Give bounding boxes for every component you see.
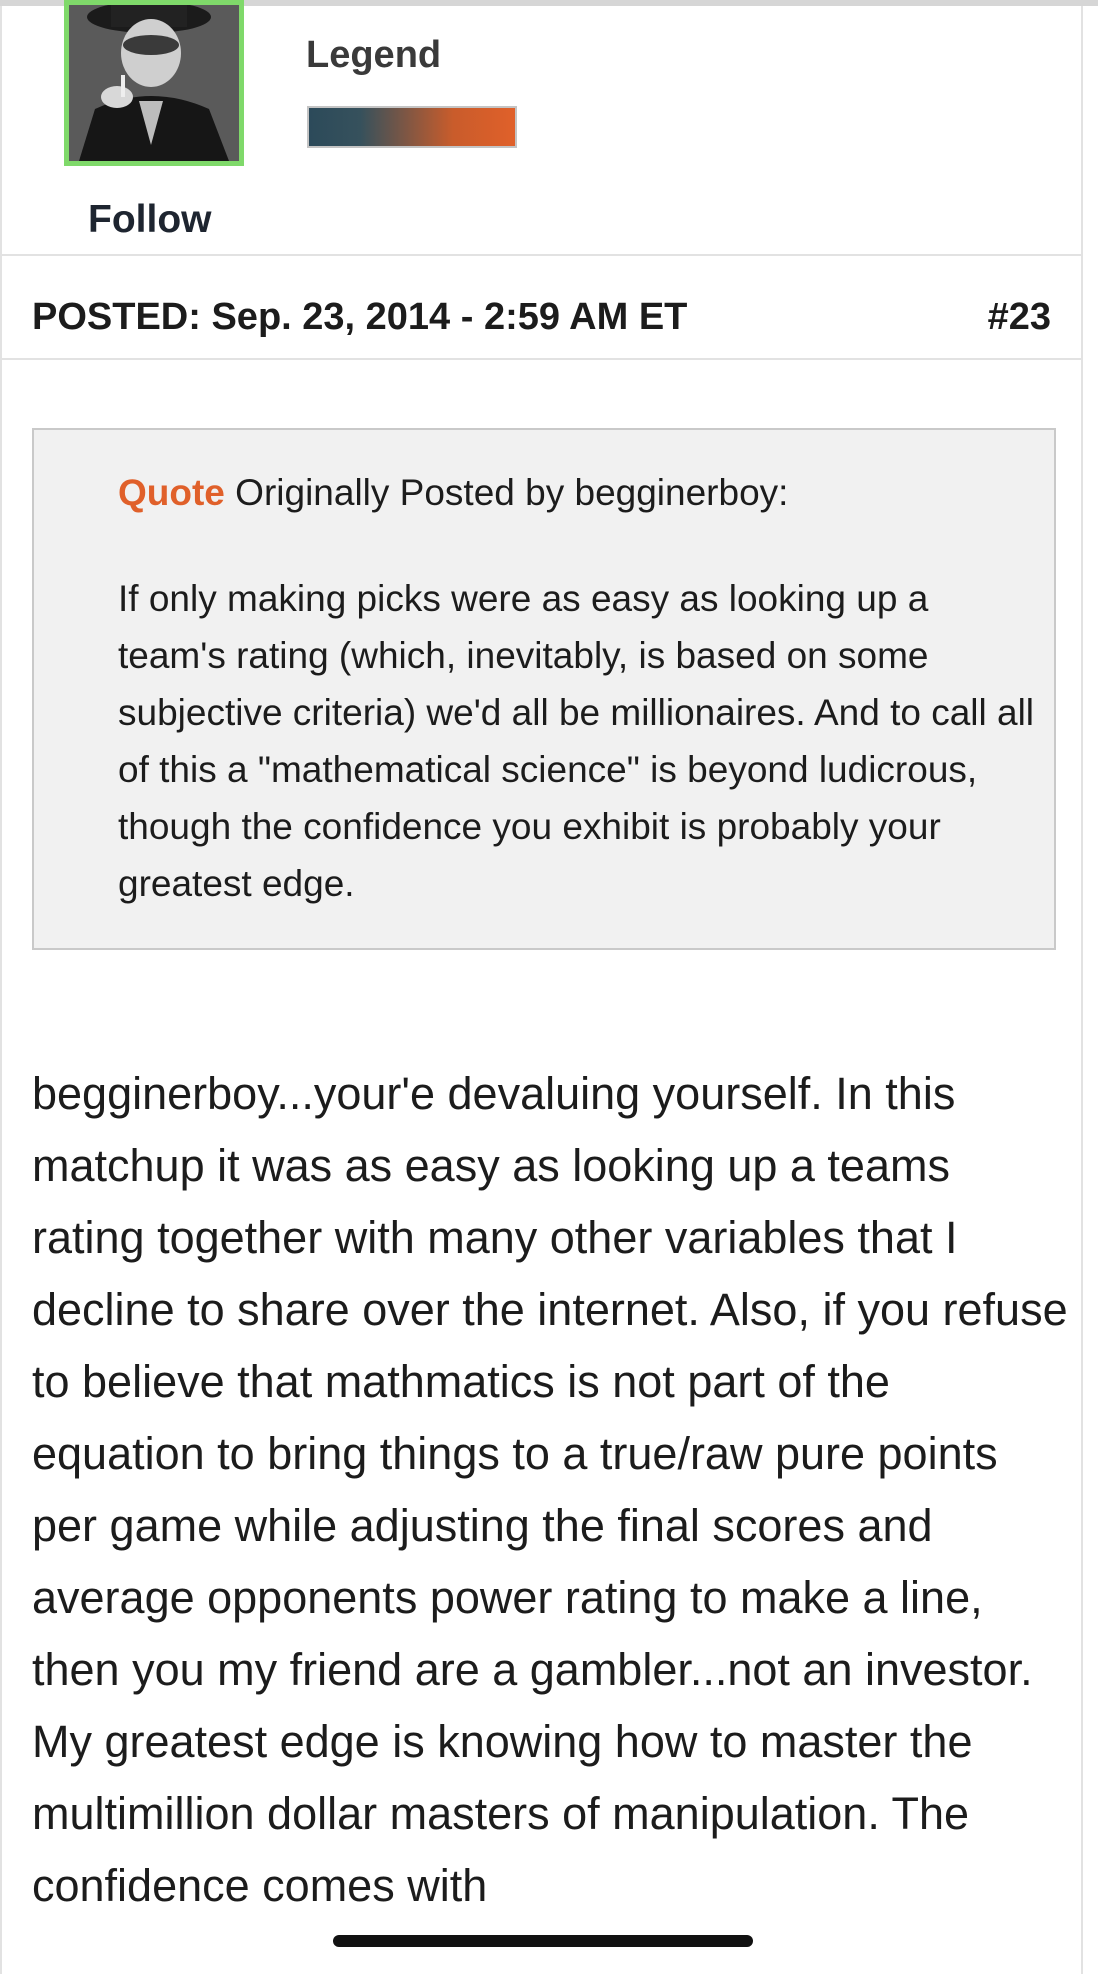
- post-number-link[interactable]: #23: [988, 296, 1051, 339]
- post-container: Legend Follow POSTED: Sep. 23, 2014 - 2:…: [0, 0, 1083, 1974]
- avatar[interactable]: [64, 0, 244, 166]
- follow-button[interactable]: Follow: [88, 198, 211, 242]
- avatar-portrait-icon: [69, 5, 239, 161]
- posted-timestamp: POSTED: Sep. 23, 2014 - 2:59 AM ET: [32, 296, 688, 338]
- home-indicator[interactable]: [333, 1935, 753, 1947]
- quote-block: Quote Originally Posted by begginerboy: …: [32, 428, 1056, 950]
- post-body-text: begginerboy...your'e devaluing yourself.…: [32, 1068, 1068, 1911]
- author-profile: Legend Follow: [2, 0, 1081, 256]
- rank-progress-bar: [307, 106, 517, 148]
- quote-label: Quote: [118, 472, 225, 513]
- quote-attribution: Originally Posted by begginerboy:: [224, 472, 789, 513]
- quote-text: If only making picks were as easy as loo…: [118, 578, 1035, 904]
- quote-header: Quote Originally Posted by begginerboy:: [118, 472, 788, 514]
- rank-title: Legend: [306, 34, 442, 76]
